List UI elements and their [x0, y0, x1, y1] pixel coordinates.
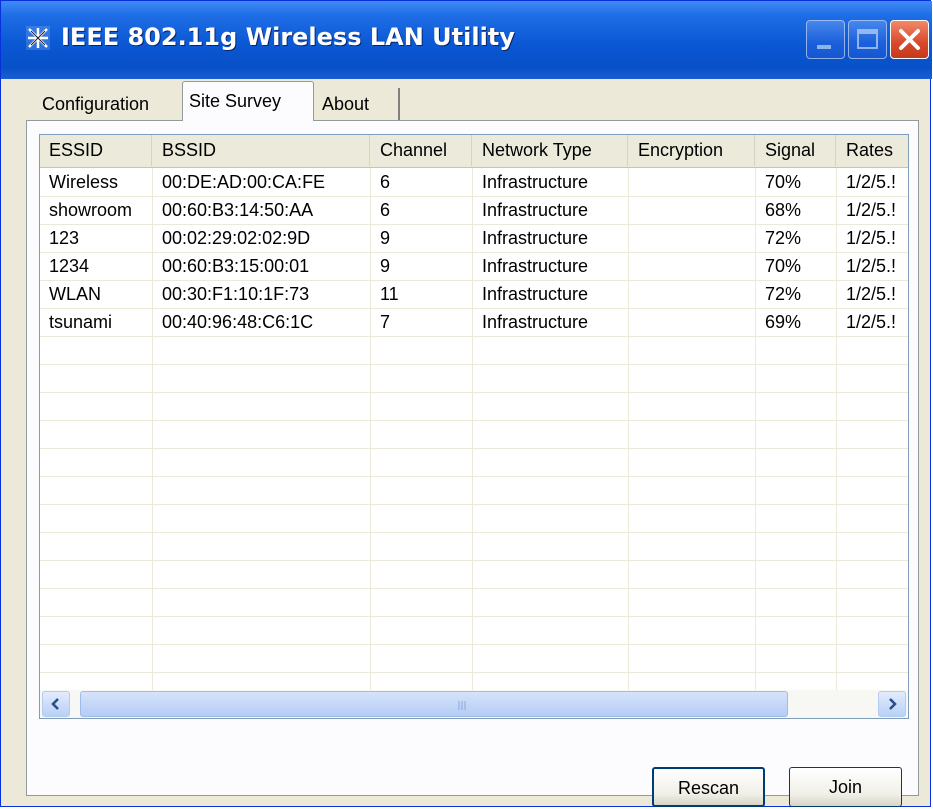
tab-site-survey[interactable]: Site Survey: [182, 81, 314, 121]
list-header: ESSID BSSID Channel Network Type Encrypt…: [40, 135, 908, 168]
chevron-right-icon: [889, 698, 897, 710]
cell-network-type: Infrastructure: [482, 172, 589, 192]
grip-icon: [458, 701, 466, 710]
application-window: IEEE 802.11g Wireless LAN Utility Config…: [0, 0, 932, 807]
scrollbar-thumb[interactable]: [80, 691, 788, 717]
cell-encryption: [629, 252, 755, 280]
table-row[interactable]: tsunami 00:40:96:48:C6:1C 7 Infrastructu…: [40, 308, 908, 336]
cell-bssid: 00:30:F1:10:1F:73: [162, 284, 310, 304]
cell-signal: 72%: [765, 228, 802, 248]
site-survey-panel: ESSID BSSID Channel Network Type Encrypt…: [26, 120, 919, 807]
cell-network-type: Infrastructure: [482, 256, 589, 276]
cell-rates: 1/2/5.!: [846, 228, 897, 248]
cell-encryption: [629, 308, 755, 336]
cell-channel: 9: [380, 228, 391, 248]
cell-channel: 11: [380, 284, 399, 304]
cell-bssid: 00:DE:AD:00:CA:FE: [162, 172, 326, 192]
maximize-button[interactable]: [848, 20, 887, 59]
column-header-channel[interactable]: Channel: [371, 135, 472, 166]
column-header-bssid[interactable]: BSSID: [153, 135, 370, 166]
cell-bssid: 00:60:B3:14:50:AA: [162, 200, 314, 220]
rescan-button[interactable]: Rescan: [652, 767, 765, 807]
cell-essid: 123: [49, 228, 80, 248]
column-header-network-type[interactable]: Network Type: [473, 135, 628, 166]
maximize-icon: [857, 29, 878, 49]
cell-signal: 68%: [765, 200, 802, 220]
cell-network-type: Infrastructure: [482, 200, 589, 220]
cell-essid: WLAN: [49, 284, 102, 304]
cell-encryption: [629, 168, 755, 196]
site-survey-list[interactable]: ESSID BSSID Channel Network Type Encrypt…: [39, 134, 909, 719]
cell-encryption: [629, 196, 755, 224]
cell-rates: 1/2/5.!: [846, 284, 897, 304]
close-icon: [899, 29, 920, 50]
table-row[interactable]: 1234 00:60:B3:15:00:01 9 Infrastructure …: [40, 252, 908, 280]
cell-signal: 69%: [765, 312, 802, 332]
title-bar[interactable]: IEEE 802.11g Wireless LAN Utility: [1, 1, 932, 79]
cell-rates: 1/2/5.!: [846, 200, 897, 220]
wireless-app-icon: [26, 26, 50, 50]
column-header-signal[interactable]: Signal: [756, 135, 836, 166]
cell-network-type: Infrastructure: [482, 228, 589, 248]
cell-network-type: Infrastructure: [482, 284, 589, 304]
table-row[interactable]: 123 00:02:29:02:02:9D 9 Infrastructure 7…: [40, 224, 908, 252]
cell-rates: 1/2/5.!: [846, 172, 897, 192]
column-header-rates[interactable]: Rates: [837, 135, 908, 166]
close-button[interactable]: [890, 20, 929, 59]
cell-bssid: 00:60:B3:15:00:01: [162, 256, 310, 276]
cell-channel: 9: [380, 256, 391, 276]
table-row[interactable]: WLAN 00:30:F1:10:1F:73 11 Infrastructure…: [40, 280, 908, 308]
table-row[interactable]: Wireless 00:DE:AD:00:CA:FE 6 Infrastruct…: [40, 168, 908, 196]
cell-essid: 1234: [49, 256, 90, 276]
chevron-left-icon: [51, 698, 59, 710]
cell-essid: Wireless: [49, 172, 119, 192]
cell-encryption: [629, 280, 755, 308]
cell-channel: 7: [380, 312, 391, 332]
column-header-essid[interactable]: ESSID: [40, 135, 152, 166]
cell-rates: 1/2/5.!: [846, 256, 897, 276]
minimize-button[interactable]: [806, 20, 845, 59]
cell-essid: tsunami: [49, 312, 113, 332]
tab-about[interactable]: About: [316, 88, 400, 121]
window-title: IEEE 802.11g Wireless LAN Utility: [61, 23, 515, 51]
cell-rates: 1/2/5.!: [846, 312, 897, 332]
tab-configuration[interactable]: Configuration: [36, 88, 182, 121]
cell-signal: 70%: [765, 256, 802, 276]
horizontal-scrollbar[interactable]: [40, 690, 908, 718]
minimize-icon: [817, 45, 831, 49]
table-row[interactable]: showroom 00:60:B3:14:50:AA 6 Infrastruct…: [40, 196, 908, 224]
cell-network-type: Infrastructure: [482, 312, 589, 332]
cell-essid: showroom: [49, 200, 133, 220]
scroll-left-button[interactable]: [42, 691, 70, 717]
scroll-right-button[interactable]: [878, 691, 906, 717]
cell-signal: 72%: [765, 284, 802, 304]
column-header-encryption[interactable]: Encryption: [629, 135, 755, 166]
cell-bssid: 00:40:96:48:C6:1C: [162, 312, 314, 332]
join-button[interactable]: Join: [789, 767, 902, 807]
cell-signal: 70%: [765, 172, 802, 192]
cell-encryption: [629, 224, 755, 252]
cell-bssid: 00:02:29:02:02:9D: [162, 228, 311, 248]
window-client-area: Configuration Site Survey About ESSID BS…: [5, 79, 926, 807]
cell-channel: 6: [380, 172, 391, 192]
cell-channel: 6: [380, 200, 391, 220]
